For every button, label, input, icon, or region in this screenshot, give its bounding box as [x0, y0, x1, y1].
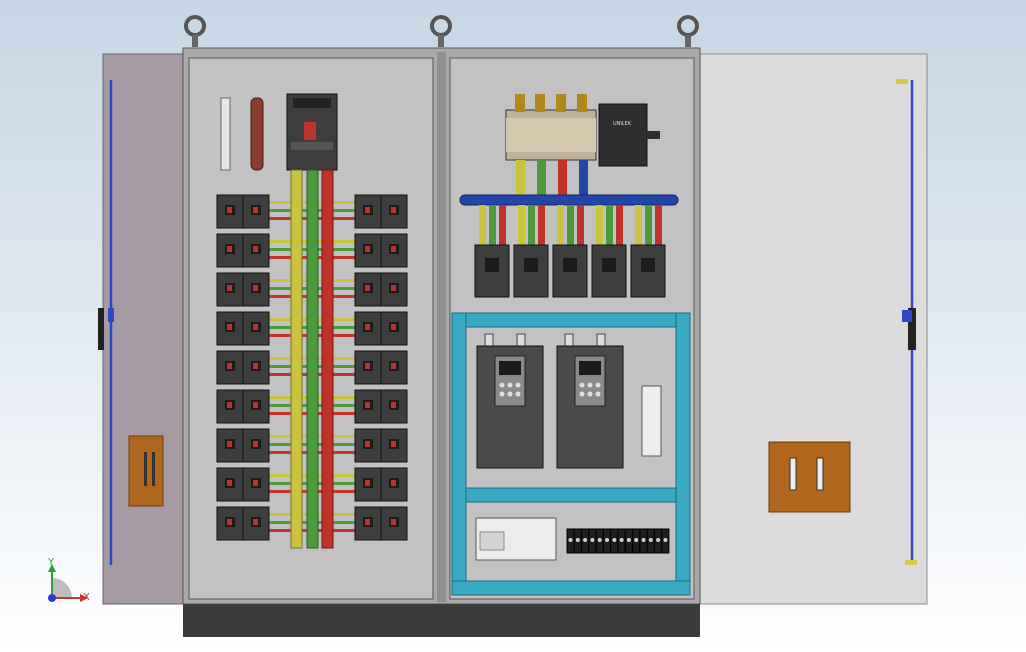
- plc-controller[interactable]: [475, 517, 557, 561]
- branch-breaker-right[interactable]: [354, 506, 382, 541]
- auxiliary-module[interactable]: [641, 385, 662, 457]
- branch-breaker-left[interactable]: [242, 506, 270, 541]
- branch-breaker-right[interactable]: [380, 311, 408, 346]
- pe-busbar-vertical: [250, 97, 264, 171]
- branch-breaker-left[interactable]: [242, 467, 270, 502]
- left-door-lock-plate: [128, 435, 164, 507]
- branch-breaker-left[interactable]: [242, 233, 270, 268]
- branch-breaker-right[interactable]: [354, 233, 382, 268]
- terminal-strip-vertical: [220, 97, 231, 171]
- branch-breaker-right[interactable]: [354, 428, 382, 463]
- branch-breaker-left[interactable]: [242, 389, 270, 424]
- branch-breaker-left[interactable]: [216, 428, 244, 463]
- branch-breaker-left[interactable]: [216, 389, 244, 424]
- outgoing-breakers: [474, 205, 666, 298]
- terminal-block: [632, 528, 641, 554]
- axis-x-label: X: [83, 592, 90, 603]
- busbar-pe: [306, 169, 319, 549]
- branch-breaker-right[interactable]: [380, 389, 408, 424]
- right-door[interactable]: [698, 53, 928, 605]
- branch-breaker-right[interactable]: [354, 194, 382, 229]
- branch-breaker-right[interactable]: [380, 194, 408, 229]
- terminal-block: [573, 528, 582, 554]
- terminal-block-strip: [566, 528, 670, 554]
- branch-breaker-left[interactable]: [216, 194, 244, 229]
- branch-breaker-left[interactable]: [216, 311, 244, 346]
- vertical-busbars: [290, 169, 334, 549]
- horizontal-distribution-busbar: [459, 194, 679, 206]
- busbar-l1: [290, 169, 303, 549]
- branch-breaker-left[interactable]: [242, 194, 270, 229]
- lifting-eye-left: [184, 15, 206, 47]
- outgoing-breaker[interactable]: [474, 244, 510, 298]
- branch-breaker-right[interactable]: [380, 428, 408, 463]
- left-door[interactable]: [98, 53, 186, 605]
- ats-brand-label: UNILEK: [613, 121, 632, 127]
- terminal-block: [588, 528, 597, 554]
- branch-breaker-left[interactable]: [242, 272, 270, 307]
- right-door-lock-plate: [768, 441, 851, 513]
- branch-breaker-right[interactable]: [354, 467, 382, 502]
- branch-breaker-left[interactable]: [242, 311, 270, 346]
- lifting-eye-center: [430, 15, 452, 47]
- branch-breaker-right[interactable]: [380, 350, 408, 385]
- outgoing-breaker[interactable]: [591, 244, 627, 298]
- terminal-block: [595, 528, 604, 554]
- terminal-block: [639, 528, 648, 554]
- branch-breaker-left[interactable]: [242, 428, 270, 463]
- branch-breaker-left[interactable]: [216, 467, 244, 502]
- branch-breaker-right[interactable]: [354, 311, 382, 346]
- axis-y-label: Y: [47, 557, 55, 568]
- outgoing-breaker[interactable]: [630, 244, 666, 298]
- terminal-block: [566, 528, 575, 554]
- branch-breaker-left[interactable]: [216, 350, 244, 385]
- terminal-block: [617, 528, 626, 554]
- terminal-block: [646, 528, 655, 554]
- vfd-drive[interactable]: [556, 333, 624, 469]
- branch-breaker-right[interactable]: [380, 467, 408, 502]
- lifting-eye-right: [677, 15, 699, 47]
- terminal-block: [661, 528, 670, 554]
- branch-breaker-left[interactable]: [216, 506, 244, 541]
- branch-breaker-right[interactable]: [380, 272, 408, 307]
- branch-breaker-right[interactable]: [354, 389, 382, 424]
- terminal-block: [581, 528, 590, 554]
- branch-breaker-right[interactable]: [380, 233, 408, 268]
- terminal-block: [654, 528, 663, 554]
- cabinet-plinth: [183, 604, 700, 637]
- outgoing-breaker[interactable]: [513, 244, 549, 298]
- main-incoming-breaker[interactable]: [286, 93, 338, 171]
- branch-breaker-left[interactable]: [216, 233, 244, 268]
- axis-triad: [48, 564, 88, 602]
- outgoing-breaker[interactable]: [552, 244, 588, 298]
- terminal-block: [610, 528, 619, 554]
- terminal-block: [603, 528, 611, 554]
- terminal-block: [624, 528, 633, 554]
- branch-breaker-left[interactable]: [242, 350, 270, 385]
- branch-breaker-right[interactable]: [380, 506, 408, 541]
- branch-breaker-right[interactable]: [354, 272, 382, 307]
- busbar-l3: [321, 169, 334, 549]
- cabinet-viewport[interactable]: UNILEK X Y: [0, 0, 1026, 652]
- vfd-drive[interactable]: [476, 333, 544, 469]
- branch-breaker-left[interactable]: [216, 272, 244, 307]
- branch-breaker-right[interactable]: [354, 350, 382, 385]
